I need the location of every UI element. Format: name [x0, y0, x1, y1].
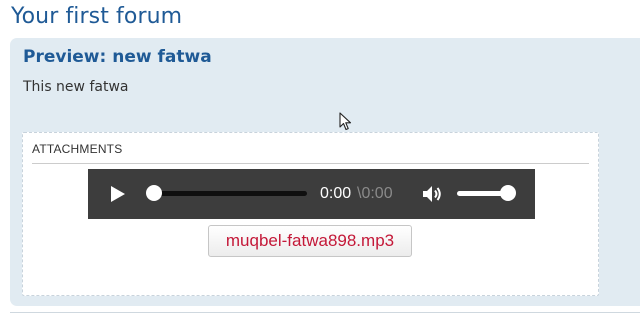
mouse-pointer-icon: [339, 112, 353, 132]
attachments-divider: [32, 163, 589, 164]
footer-divider: [10, 312, 640, 313]
post-preview-panel: Preview: new fatwa This new fatwa ATTACH…: [10, 38, 640, 306]
preview-heading: Preview: new fatwa: [23, 47, 212, 67]
attachments-box: ATTACHMENTS 0:00 \0:00 muqbel-fatwa898.m…: [22, 132, 599, 296]
audio-player[interactable]: 0:00 \0:00: [88, 169, 535, 219]
volume-handle[interactable]: [500, 185, 516, 201]
attachments-heading: ATTACHMENTS: [32, 142, 123, 156]
current-time: 0:00: [320, 185, 352, 202]
speaker-icon[interactable]: [421, 183, 443, 205]
forum-title[interactable]: Your first forum: [11, 4, 182, 29]
play-icon[interactable]: [106, 183, 128, 205]
seek-handle[interactable]: [146, 185, 162, 201]
attachment-file-link[interactable]: muqbel-fatwa898.mp3: [208, 225, 412, 257]
post-content: This new fatwa: [23, 79, 129, 95]
duration: \0:00: [357, 185, 393, 202]
seek-bar[interactable]: [155, 191, 307, 196]
